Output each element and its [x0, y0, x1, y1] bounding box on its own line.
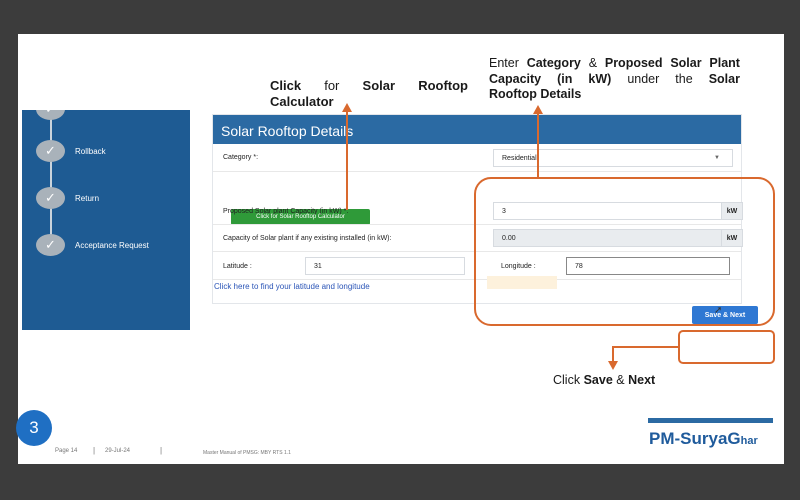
chevron-down-icon: ▼ — [714, 155, 720, 161]
check-icon: ✓ — [36, 140, 65, 162]
capacity-row: Proposed Solar plant Capacity (in kW) *:… — [213, 198, 743, 225]
step-label: Rollback — [75, 146, 106, 156]
latitude-input[interactable]: 31 — [305, 257, 465, 275]
footer-page: Page 14 — [55, 448, 78, 454]
slide-number-badge: 3 — [16, 410, 52, 446]
longitude-label: Longitude : — [501, 263, 536, 270]
category-row: Category *: Residential ▼ — [213, 144, 741, 172]
sidebar-step-return[interactable]: ✓ Return — [36, 187, 99, 209]
save-next-button[interactable]: Save & Next — [692, 306, 758, 324]
sidebar-step-acceptance-request[interactable]: ✓ Acceptance Request — [36, 234, 149, 256]
brand-bar — [648, 418, 773, 423]
footer-manual: Master Manual of PMSG: MBY RTS 1.1 — [203, 450, 291, 456]
highlight-tab — [487, 276, 557, 289]
category-callout-line3: Rooftop Details — [489, 87, 582, 101]
workflow-sidebar: ✓ ✓ Rollback ✓ Return ✓ Acceptance Reque… — [22, 110, 190, 330]
existing-capacity-label: Capacity of Solar plant if any existing … — [223, 235, 392, 242]
category-value: Residential — [502, 155, 537, 162]
capacity-input[interactable]: 3 — [493, 202, 723, 220]
category-callout-line2: Capacity (in kW) under the Solar — [489, 72, 740, 86]
save-callout: Click Save & Next — [553, 373, 656, 387]
coordinates-row: Latitude : 31 Longitude : 78 — [213, 252, 741, 280]
check-icon: ✓ — [36, 234, 65, 256]
pm-suryaghar-logo: PM-SuryaGhar — [649, 429, 758, 448]
check-icon: ✓ — [36, 110, 65, 120]
longitude-input[interactable]: 78 — [566, 257, 730, 275]
find-lat-long-link[interactable]: Click here to find your latitude and lon… — [214, 282, 370, 291]
step-label: Acceptance Request — [75, 240, 149, 250]
category-label: Category *: — [223, 154, 259, 161]
footer-date: 29-Jul-24 — [105, 448, 131, 454]
calculator-row — [213, 172, 741, 198]
capacity-unit: kW — [721, 202, 743, 220]
timeline-line — [50, 110, 52, 250]
capacity-label: Proposed Solar plant Capacity (in kW) *: — [223, 208, 349, 215]
panel-title: Solar Rooftop Details — [213, 115, 741, 144]
existing-capacity-unit: kW — [721, 229, 743, 247]
footer-divider: | — [93, 446, 96, 455]
mouse-pointer-icon: ➚ — [714, 305, 723, 316]
calc-callout: Click for Solar Rooftop — [270, 78, 468, 93]
existing-capacity-row: Capacity of Solar plant if any existing … — [213, 225, 743, 252]
solar-rooftop-details-panel: Solar Rooftop Details Category *: Reside… — [212, 114, 743, 304]
footer-divider: | — [160, 446, 163, 455]
step-label: Return — [75, 193, 100, 203]
check-icon: ✓ — [36, 187, 65, 209]
latitude-label: Latitude : — [223, 263, 252, 270]
sidebar-step-rollback[interactable]: ✓ Rollback — [36, 140, 106, 162]
category-callout-line1: Enter Category & Proposed Solar Plant — [489, 56, 740, 70]
calc-callout-line2: Calculator — [270, 94, 334, 109]
category-select[interactable]: Residential ▼ — [493, 149, 733, 167]
existing-capacity-input: 0.00 — [493, 229, 723, 247]
